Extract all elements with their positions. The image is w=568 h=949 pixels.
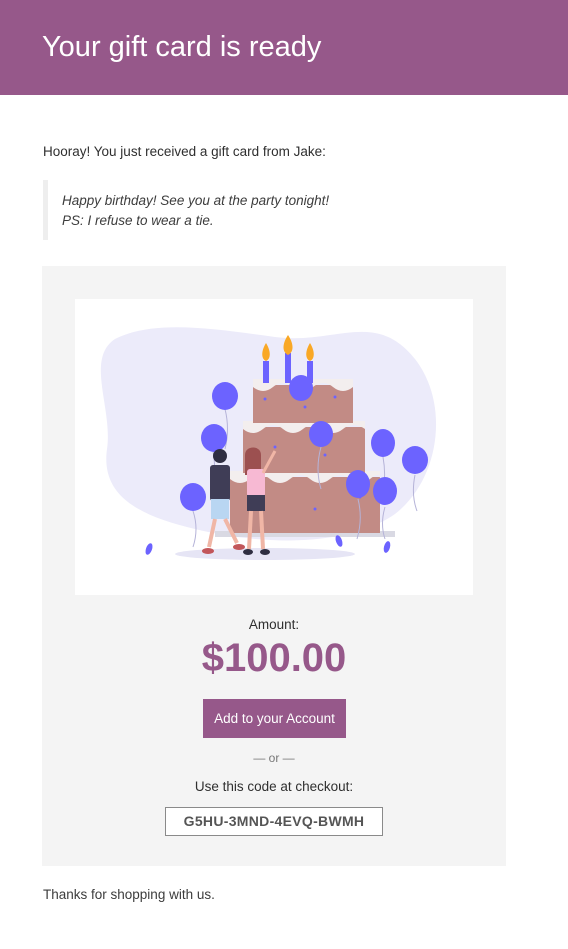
- quote-line: Happy birthday! See you at the party ton…: [62, 193, 330, 208]
- amount-label: Amount:: [248, 617, 300, 632]
- quote-line: PS: I refuse to wear a tie.: [62, 213, 214, 228]
- email-header: Your gift card is ready: [0, 0, 568, 95]
- personal-message-quote: Happy birthday! See you at the party ton…: [43, 180, 343, 240]
- thanks-text: Thanks for shopping with us.: [43, 887, 215, 902]
- or-divider: — or —: [253, 751, 295, 765]
- intro-text: Hooray! You just received a gift card fr…: [43, 144, 326, 159]
- gift-card-code[interactable]: G5HU-3MND-4EVQ-BWMH: [165, 807, 383, 836]
- amount-value: $100.00: [201, 636, 347, 680]
- add-to-account-button[interactable]: Add to your Account: [203, 699, 346, 738]
- gift-card-panel: Amount: $100.00 Add to your Account — or…: [42, 266, 506, 866]
- code-label: Use this code at checkout:: [194, 779, 354, 794]
- birthday-cake-illustration: [75, 299, 473, 595]
- email-title: Your gift card is ready: [42, 31, 322, 63]
